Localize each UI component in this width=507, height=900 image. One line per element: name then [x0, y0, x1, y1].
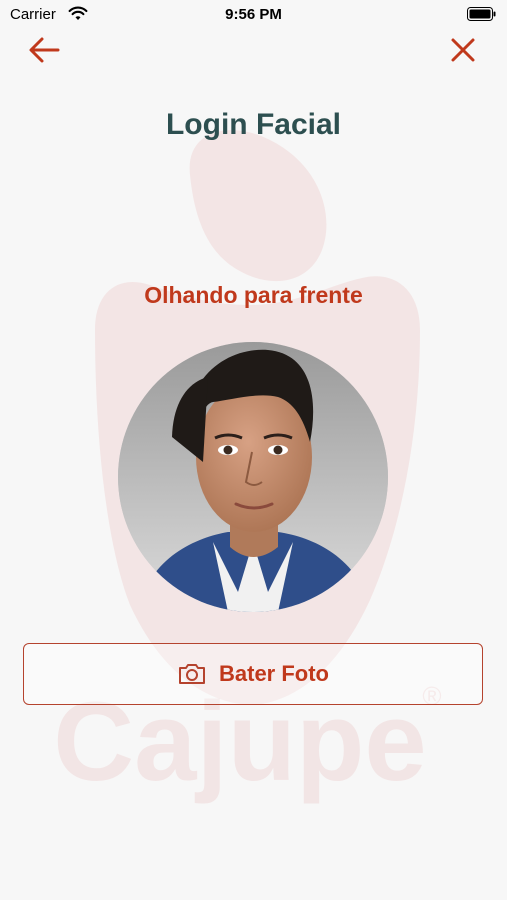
close-icon [451, 38, 475, 62]
page-title: Login Facial [165, 108, 342, 141]
arrow-left-icon [29, 37, 60, 63]
close-button[interactable] [445, 32, 481, 68]
battery-icon [467, 7, 497, 26]
take-photo-button[interactable]: Bater Foto [23, 643, 483, 705]
back-button[interactable] [26, 32, 62, 68]
pose-instruction: Olhando para frente [144, 282, 363, 308]
camera-icon [179, 664, 205, 684]
clock: 9:56 PM [225, 6, 282, 23]
status-bar: Carrier 9:56 PM [0, 0, 507, 30]
face-photo [118, 342, 388, 612]
take-photo-label: Bater Foto [219, 661, 329, 686]
